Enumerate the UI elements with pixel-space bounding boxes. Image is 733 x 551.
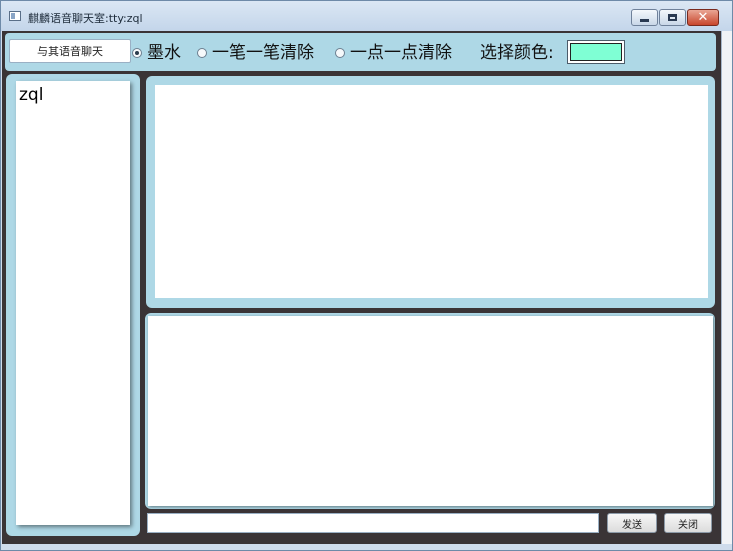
radio-erase-by-point-label: 一点一点清除 (350, 43, 452, 63)
radio-unchecked-icon[interactable] (197, 48, 207, 58)
minimize-button[interactable] (631, 9, 658, 26)
user-list-item[interactable]: zql (19, 85, 43, 105)
title-bar[interactable]: 麒麟语音聊天室:tty:zql ✕ (1, 1, 732, 31)
maximize-icon (668, 14, 677, 21)
radio-checked-icon[interactable] (132, 48, 142, 58)
window-title: 麒麟语音聊天室:tty:zql (28, 12, 143, 25)
radio-ink[interactable]: 墨水 (132, 43, 181, 63)
window-close-button[interactable]: ✕ (687, 9, 719, 26)
maximize-button[interactable] (659, 9, 686, 26)
app-window: 麒麟语音聊天室:tty:zql ✕ 与其语音聊天 墨水 一笔一笔清除 一点一点清… (0, 0, 733, 551)
message-panel (146, 76, 715, 308)
radio-erase-by-stroke[interactable]: 一笔一笔清除 (197, 43, 314, 63)
voice-chat-button[interactable]: 与其语音聊天 (9, 39, 131, 63)
window-bottom-border (1, 544, 732, 550)
color-label: 选择颜色: (480, 43, 554, 63)
send-button[interactable]: 发送 (607, 513, 657, 533)
app-icon (9, 11, 21, 21)
client-area: 与其语音聊天 墨水 一笔一笔清除 一点一点清除 选择颜色: zql 发送 关闭 (2, 31, 721, 544)
user-list-panel: zql (6, 74, 140, 536)
message-input[interactable] (147, 513, 599, 533)
close-button[interactable]: 关闭 (664, 513, 712, 533)
window-edge-strip (721, 31, 732, 544)
toolbar: 与其语音聊天 墨水 一笔一笔清除 一点一点清除 选择颜色: (5, 33, 716, 71)
ink-canvas-panel (145, 313, 715, 509)
radio-ink-label: 墨水 (147, 43, 181, 63)
minimize-icon (640, 19, 649, 22)
user-list[interactable]: zql (16, 81, 130, 525)
color-swatch (570, 43, 622, 61)
close-icon: ✕ (697, 10, 709, 25)
radio-erase-by-stroke-label: 一笔一笔清除 (212, 43, 314, 63)
radio-unchecked-icon[interactable] (335, 48, 345, 58)
radio-erase-by-point[interactable]: 一点一点清除 (335, 43, 452, 63)
color-picker-button[interactable] (567, 40, 625, 64)
ink-canvas[interactable] (148, 316, 713, 506)
message-display[interactable] (155, 85, 708, 298)
